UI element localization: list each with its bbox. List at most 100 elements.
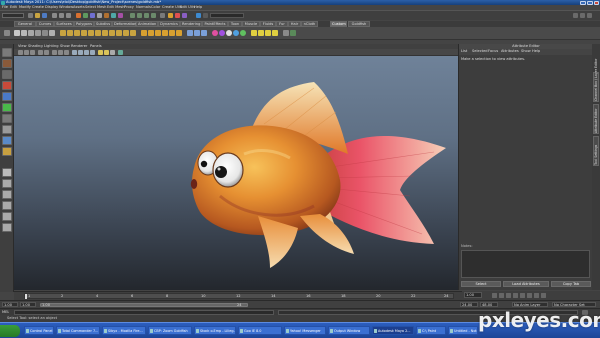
wireframe-icon[interactable] xyxy=(72,50,77,55)
lasso-tool-icon[interactable] xyxy=(2,59,12,68)
snap-curve-icon[interactable] xyxy=(137,13,142,18)
material-blinn-icon[interactable] xyxy=(212,30,218,36)
perspective-outliner-layout-icon[interactable] xyxy=(2,190,12,199)
soft-mod-tool-icon[interactable] xyxy=(2,125,12,134)
ae-menu-attributes[interactable]: Attributes xyxy=(501,49,519,54)
ae-menu-help[interactable]: Help xyxy=(532,49,540,54)
bookmarks-icon[interactable] xyxy=(30,50,35,55)
taskbar-item-zoom-goldfish[interactable]: CBP: Zoom Goldfish xyxy=(148,326,192,335)
character-set-dropdown[interactable]: No Character Set xyxy=(552,302,596,307)
extract-icon[interactable] xyxy=(74,30,80,36)
bevel-icon[interactable] xyxy=(109,30,115,36)
render-current-frame-icon[interactable] xyxy=(168,13,173,18)
mask-dynamics-icon[interactable] xyxy=(111,13,116,18)
input-line-icon[interactable] xyxy=(203,13,208,18)
hypershade-icon[interactable] xyxy=(196,13,201,18)
material-surface-icon[interactable] xyxy=(233,30,239,36)
select-component-icon[interactable] xyxy=(66,13,71,18)
show-hide-attribute-editor-icon[interactable] xyxy=(580,13,585,18)
mirror-icon[interactable] xyxy=(88,30,94,36)
material-mia-icon[interactable] xyxy=(240,30,246,36)
xray-icon[interactable] xyxy=(90,50,95,55)
automatic-map-icon[interactable] xyxy=(169,30,175,36)
step-forward-icon[interactable] xyxy=(534,293,539,298)
show-manipulator-icon[interactable] xyxy=(2,136,12,145)
perspective-viewport[interactable] xyxy=(14,56,458,290)
step-forward-key-icon[interactable] xyxy=(527,293,532,298)
sculpt-geometry-icon[interactable] xyxy=(187,30,193,36)
paint-select-tool-icon[interactable] xyxy=(2,70,12,79)
notes-field[interactable] xyxy=(461,250,590,278)
ae-menu-focus[interactable]: Focus xyxy=(488,49,498,54)
show-hide-channel-box-icon[interactable] xyxy=(587,13,592,18)
directional-light-icon[interactable] xyxy=(265,30,271,36)
use-all-lights-icon[interactable] xyxy=(104,50,109,55)
snap-grid-icon[interactable] xyxy=(130,13,135,18)
spot-light-icon[interactable] xyxy=(258,30,264,36)
area-light-icon[interactable] xyxy=(272,30,278,36)
image-plane-icon[interactable] xyxy=(38,50,43,55)
select-camera-icon[interactable] xyxy=(18,50,23,55)
show-hide-tool-settings-icon[interactable] xyxy=(573,13,578,18)
time-slider[interactable]: 1 2 4 6 8 10 12 14 16 18 20 22 24 xyxy=(14,291,462,300)
extrude-icon[interactable] xyxy=(102,30,108,36)
start-button[interactable] xyxy=(0,325,20,337)
taskbar-item-notepad[interactable]: Untitled - Notepad xyxy=(448,326,478,335)
point-light-icon[interactable] xyxy=(251,30,257,36)
use-default-lighting-icon[interactable] xyxy=(98,50,103,55)
range-slider-bar[interactable]: 1.00 24 xyxy=(40,302,248,307)
perspective-graph-layout-icon[interactable] xyxy=(2,201,12,210)
scale-tool-icon[interactable] xyxy=(2,103,12,112)
cylindrical-map-icon[interactable] xyxy=(155,30,161,36)
render-settings-icon[interactable] xyxy=(182,13,187,18)
shadows-icon[interactable] xyxy=(110,50,115,55)
taskbar-item-maya[interactable]: Autodesk Maya 2... xyxy=(372,326,414,335)
current-frame-field[interactable]: 1.00 xyxy=(464,292,482,298)
side-tab-tool-settings[interactable]: Tool Settings xyxy=(593,136,599,166)
ae-load-attributes-button[interactable]: Load Attributes xyxy=(503,281,549,287)
mask-joint-icon[interactable] xyxy=(83,13,88,18)
ae-menu-show[interactable]: Show xyxy=(521,49,531,54)
ae-menu-list[interactable]: List xyxy=(461,49,467,54)
render-view-icon[interactable] xyxy=(290,30,296,36)
taskbar-item-stock[interactable]: Stock o.Emp - Lilieg... xyxy=(194,326,236,335)
select-object-icon[interactable] xyxy=(59,13,64,18)
separate-icon[interactable] xyxy=(67,30,73,36)
play-forwards-icon[interactable] xyxy=(520,293,525,298)
safe-action-icon[interactable] xyxy=(64,50,69,55)
step-back-key-icon[interactable] xyxy=(506,293,511,298)
go-to-end-icon[interactable] xyxy=(541,293,546,298)
ae-menu-selected[interactable]: Selected xyxy=(472,49,488,54)
ae-copy-tab-button[interactable]: Copy Tab xyxy=(551,281,591,287)
mask-handle-icon[interactable] xyxy=(76,13,81,18)
play-backwards-icon[interactable] xyxy=(513,293,518,298)
history-icon[interactable] xyxy=(160,13,165,18)
menu-set-dropdown[interactable] xyxy=(2,13,24,18)
merge-icon[interactable] xyxy=(130,30,136,36)
shelf-options-icon[interactable] xyxy=(4,30,10,36)
go-to-start-icon[interactable] xyxy=(492,293,497,298)
ae-select-button[interactable]: Select xyxy=(461,281,501,287)
insert-edge-loop-icon[interactable] xyxy=(123,30,129,36)
close-button[interactable] xyxy=(594,0,599,5)
paint-weights-icon[interactable] xyxy=(194,30,200,36)
single-perspective-layout-icon[interactable] xyxy=(2,168,12,177)
taskbar-item-output-window[interactable]: Output Window xyxy=(328,326,370,335)
combine-icon[interactable] xyxy=(60,30,66,36)
mask-surface-icon[interactable] xyxy=(97,13,102,18)
smooth-shade-icon[interactable] xyxy=(78,50,83,55)
quick-select-field[interactable] xyxy=(210,13,244,18)
hypershade-layout-icon[interactable] xyxy=(2,212,12,221)
taskbar-item-control-panel[interactable]: Control Panel xyxy=(24,326,54,335)
uv-editor-icon[interactable] xyxy=(141,30,147,36)
side-tab-channel-box[interactable]: Channel Box / Layer Editor xyxy=(593,59,599,102)
mask-render-icon[interactable] xyxy=(118,13,123,18)
bridge-icon[interactable] xyxy=(95,30,101,36)
resolution-gate-icon[interactable] xyxy=(58,50,63,55)
film-gate-icon[interactable] xyxy=(52,50,57,55)
select-hierarchy-icon[interactable] xyxy=(52,13,57,18)
poly-cylinder-icon[interactable] xyxy=(28,30,34,36)
playback-end-field[interactable]: 24.00 xyxy=(460,302,478,307)
select-tool-icon[interactable] xyxy=(2,48,12,57)
new-scene-icon[interactable] xyxy=(28,13,33,18)
